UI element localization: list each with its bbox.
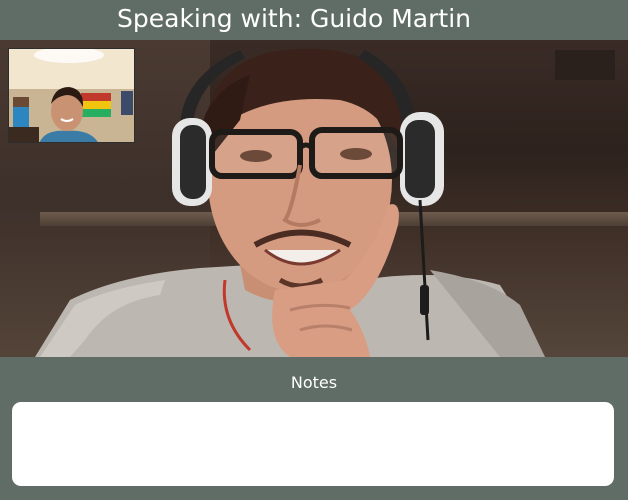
- notes-label: Notes: [290, 373, 338, 392]
- video-call-window: Speaking with: Guido Martin Notes: [0, 0, 628, 500]
- call-title: Speaking with: Guido Martin: [117, 4, 471, 33]
- notes-field[interactable]: [12, 402, 614, 486]
- self-video-preview[interactable]: [8, 48, 135, 143]
- self-participant-image: [9, 49, 134, 142]
- call-header: Speaking with: Guido Martin: [0, 0, 628, 40]
